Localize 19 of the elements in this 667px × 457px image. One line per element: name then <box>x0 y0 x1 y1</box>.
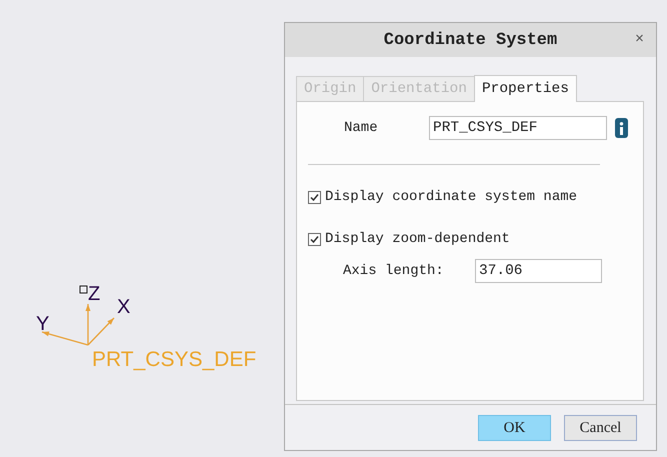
checkbox[interactable] <box>308 190 321 204</box>
checkbox-label: Display coordinate system name <box>325 189 578 205</box>
dialog-title: Coordinate System <box>384 30 558 50</box>
name-field[interactable]: PRT_CSYS_DEF <box>429 116 607 140</box>
origin-marker-icon <box>80 286 88 294</box>
tab[interactable]: Properties <box>474 75 577 102</box>
axis-length-label: Axis length: <box>343 263 445 279</box>
checkbox-label: Display zoom-dependent <box>325 231 510 247</box>
csys-name-label: PRT_CSYS_DEF <box>92 348 256 371</box>
checkbox[interactable] <box>308 232 321 246</box>
axis-label: Y <box>36 313 50 335</box>
info-icon[interactable] <box>615 118 628 138</box>
close-button[interactable]: × <box>634 31 644 48</box>
axis-label: Z <box>88 283 100 305</box>
axis-label: X <box>117 296 130 318</box>
cancel-button[interactable]: Cancel <box>564 415 637 441</box>
axis-length-field[interactable]: 37.06 <box>475 259 602 283</box>
ok-button[interactable]: OK <box>478 415 551 441</box>
name-label: Name <box>344 120 379 136</box>
